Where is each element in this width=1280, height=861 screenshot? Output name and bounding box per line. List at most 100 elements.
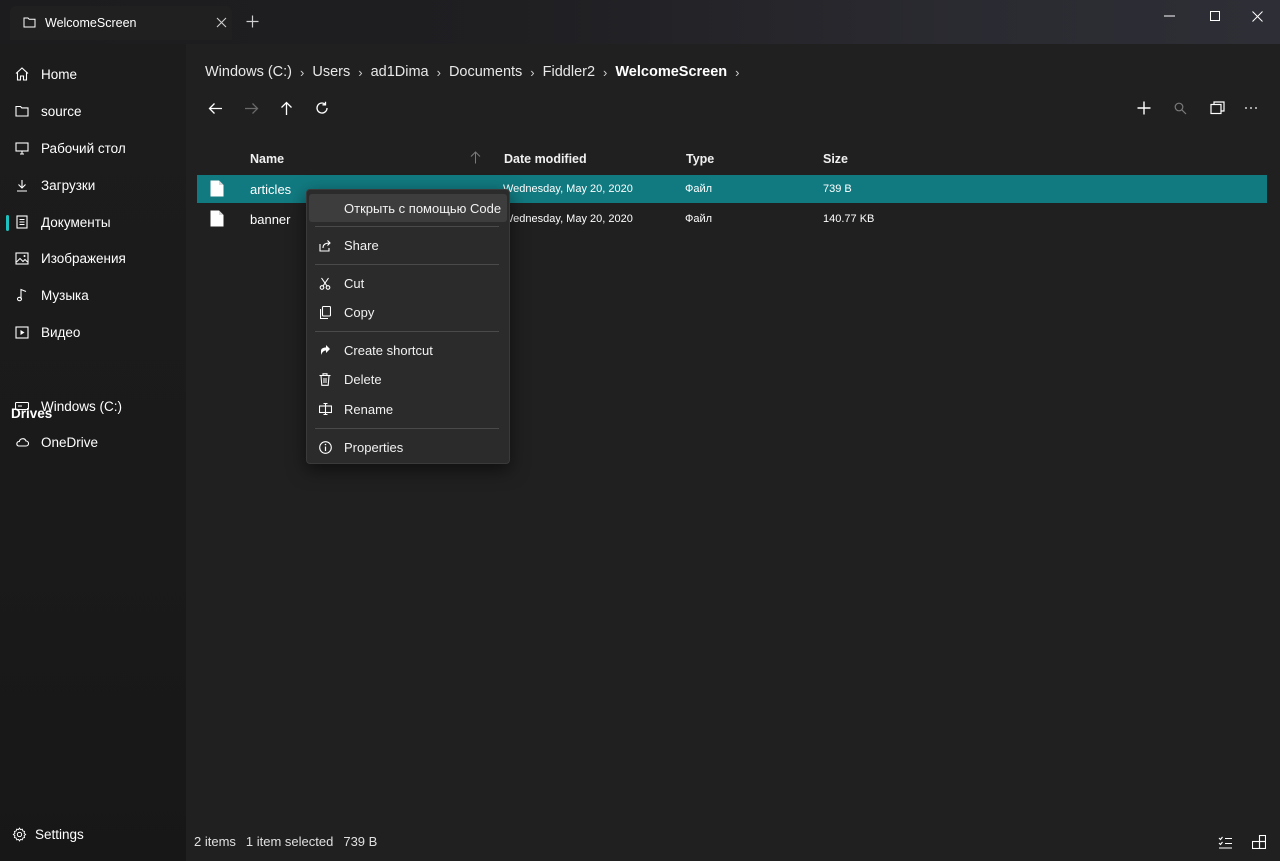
breadcrumb: Windows (C:) › Users › ad1Dima › Documen… (205, 64, 747, 80)
sidebar-item-label: source (41, 103, 82, 119)
forward-button[interactable] (239, 96, 263, 120)
menu-item-open-with-code[interactable]: Открыть с помощью Code (309, 194, 507, 222)
sidebar-item-label: Музыка (41, 287, 89, 303)
menu-item-create-shortcut[interactable]: Create shortcut (309, 336, 507, 364)
sidebar-item-label: Видео (41, 324, 81, 340)
active-indicator (6, 215, 9, 231)
menu-item-label: Cut (344, 275, 365, 291)
item-count: 2 items (194, 834, 236, 849)
menu-item-properties[interactable]: Properties (309, 433, 507, 461)
more-options-button[interactable] (1239, 96, 1263, 120)
cloud-icon (14, 434, 30, 450)
maximize-button[interactable] (1192, 0, 1238, 32)
title-bar: WelcomeScreen (0, 0, 1280, 44)
share-icon (318, 238, 332, 252)
column-header-type[interactable]: Type (686, 152, 714, 166)
selection-size: 739 B (343, 834, 378, 849)
gear-icon (12, 826, 27, 842)
back-button[interactable] (203, 96, 227, 120)
chevron-right-icon[interactable]: › (437, 65, 441, 80)
file-date: Wednesday, May 20, 2020 (503, 213, 633, 225)
menu-item-label: Properties (344, 439, 404, 455)
sidebar-item-downloads[interactable]: Загрузки (6, 168, 180, 202)
sidebar-item-label: Документы (41, 214, 111, 230)
selection-options-button[interactable] (1215, 832, 1235, 852)
sidebar-item-label: Загрузки (41, 177, 96, 193)
file-size: 739 B (823, 183, 852, 195)
close-tab-icon[interactable] (216, 17, 227, 28)
settings-button[interactable]: Settings (12, 817, 182, 851)
file-type: Файл (685, 183, 713, 195)
sidebar-item-pictures[interactable]: Изображения (6, 241, 180, 275)
chevron-right-icon[interactable]: › (735, 65, 739, 80)
column-header-date[interactable]: Date modified (504, 152, 587, 166)
sidebar-item-onedrive[interactable]: OneDrive (6, 425, 180, 459)
sidebar-item-source[interactable]: source (6, 94, 180, 128)
sidebar-item-drive-c[interactable]: Windows (C:) (6, 389, 180, 423)
breadcrumb-item[interactable]: ad1Dima (371, 64, 429, 80)
close-window-button[interactable] (1234, 0, 1280, 32)
column-header-name[interactable]: Name (250, 152, 284, 166)
info-icon (318, 440, 332, 454)
context-menu: Открыть с помощью Code Share Cut Copy Cr… (306, 189, 510, 464)
menu-item-label: Открыть с помощью Code (344, 200, 502, 216)
download-icon (14, 177, 30, 193)
chevron-right-icon[interactable]: › (603, 65, 607, 80)
menu-item-rename[interactable]: Rename (309, 395, 507, 423)
file-size: 140.77 KB (823, 213, 875, 225)
trash-icon (318, 372, 332, 386)
sidebar-item-label: Рабочий стол (41, 140, 126, 156)
breadcrumb-item[interactable]: Windows (C:) (205, 64, 292, 80)
minimize-button[interactable] (1146, 0, 1192, 32)
image-icon (14, 250, 30, 266)
settings-label: Settings (35, 826, 84, 842)
column-header-size[interactable]: Size (823, 152, 848, 166)
sidebar-item-label: Windows (C:) (41, 398, 123, 414)
breadcrumb-current[interactable]: WelcomeScreen (615, 64, 727, 80)
sidebar-item-documents[interactable]: Документы (6, 205, 180, 239)
layout-mode-button[interactable] (1249, 832, 1269, 852)
breadcrumb-item[interactable]: Documents (449, 64, 522, 80)
sidebar-item-label: Home (41, 66, 78, 82)
status-bar: 2 items 1 item selected 739 B (194, 834, 387, 849)
new-item-button[interactable] (1132, 96, 1156, 120)
chevron-right-icon[interactable]: › (300, 65, 304, 80)
search-button[interactable] (1168, 96, 1192, 120)
multi-window-button[interactable] (1205, 96, 1229, 120)
menu-item-label: Delete (344, 371, 382, 387)
up-button[interactable] (274, 96, 298, 120)
sort-ascending-icon[interactable] (470, 151, 481, 164)
menu-item-delete[interactable]: Delete (309, 365, 507, 393)
document-icon (14, 214, 30, 230)
file-name: banner (250, 212, 291, 227)
sidebar-item-label: Изображения (41, 250, 126, 266)
new-tab-icon[interactable] (246, 15, 259, 28)
rename-icon (318, 402, 332, 416)
breadcrumb-item[interactable]: Fiddler2 (543, 64, 595, 80)
tab-welcomescreen[interactable]: WelcomeScreen (10, 6, 232, 40)
menu-item-label: Create shortcut (344, 342, 433, 358)
breadcrumb-item[interactable]: Users (312, 64, 350, 80)
sidebar-item-videos[interactable]: Видео (6, 315, 180, 349)
menu-item-copy[interactable]: Copy (309, 298, 507, 326)
desktop-icon (14, 140, 30, 156)
sidebar-item-home[interactable]: Home (6, 57, 180, 91)
scissors-icon (318, 276, 332, 290)
file-date: Wednesday, May 20, 2020 (503, 183, 633, 195)
sidebar-item-desktop[interactable]: Рабочий стол (6, 131, 180, 165)
chevron-right-icon[interactable]: › (530, 65, 534, 80)
menu-item-cut[interactable]: Cut (309, 269, 507, 297)
file-icon (210, 180, 224, 197)
menu-divider (315, 226, 499, 227)
refresh-button[interactable] (310, 96, 334, 120)
folder-icon (14, 103, 30, 119)
menu-divider (315, 428, 499, 429)
file-type: Файл (685, 213, 713, 225)
menu-item-share[interactable]: Share (309, 231, 507, 259)
menu-divider (315, 264, 499, 265)
sidebar-item-label: OneDrive (41, 434, 99, 450)
sidebar-item-music[interactable]: Музыка (6, 278, 180, 312)
video-icon (14, 324, 30, 340)
chevron-right-icon[interactable]: › (358, 65, 362, 80)
shortcut-icon (318, 343, 332, 357)
